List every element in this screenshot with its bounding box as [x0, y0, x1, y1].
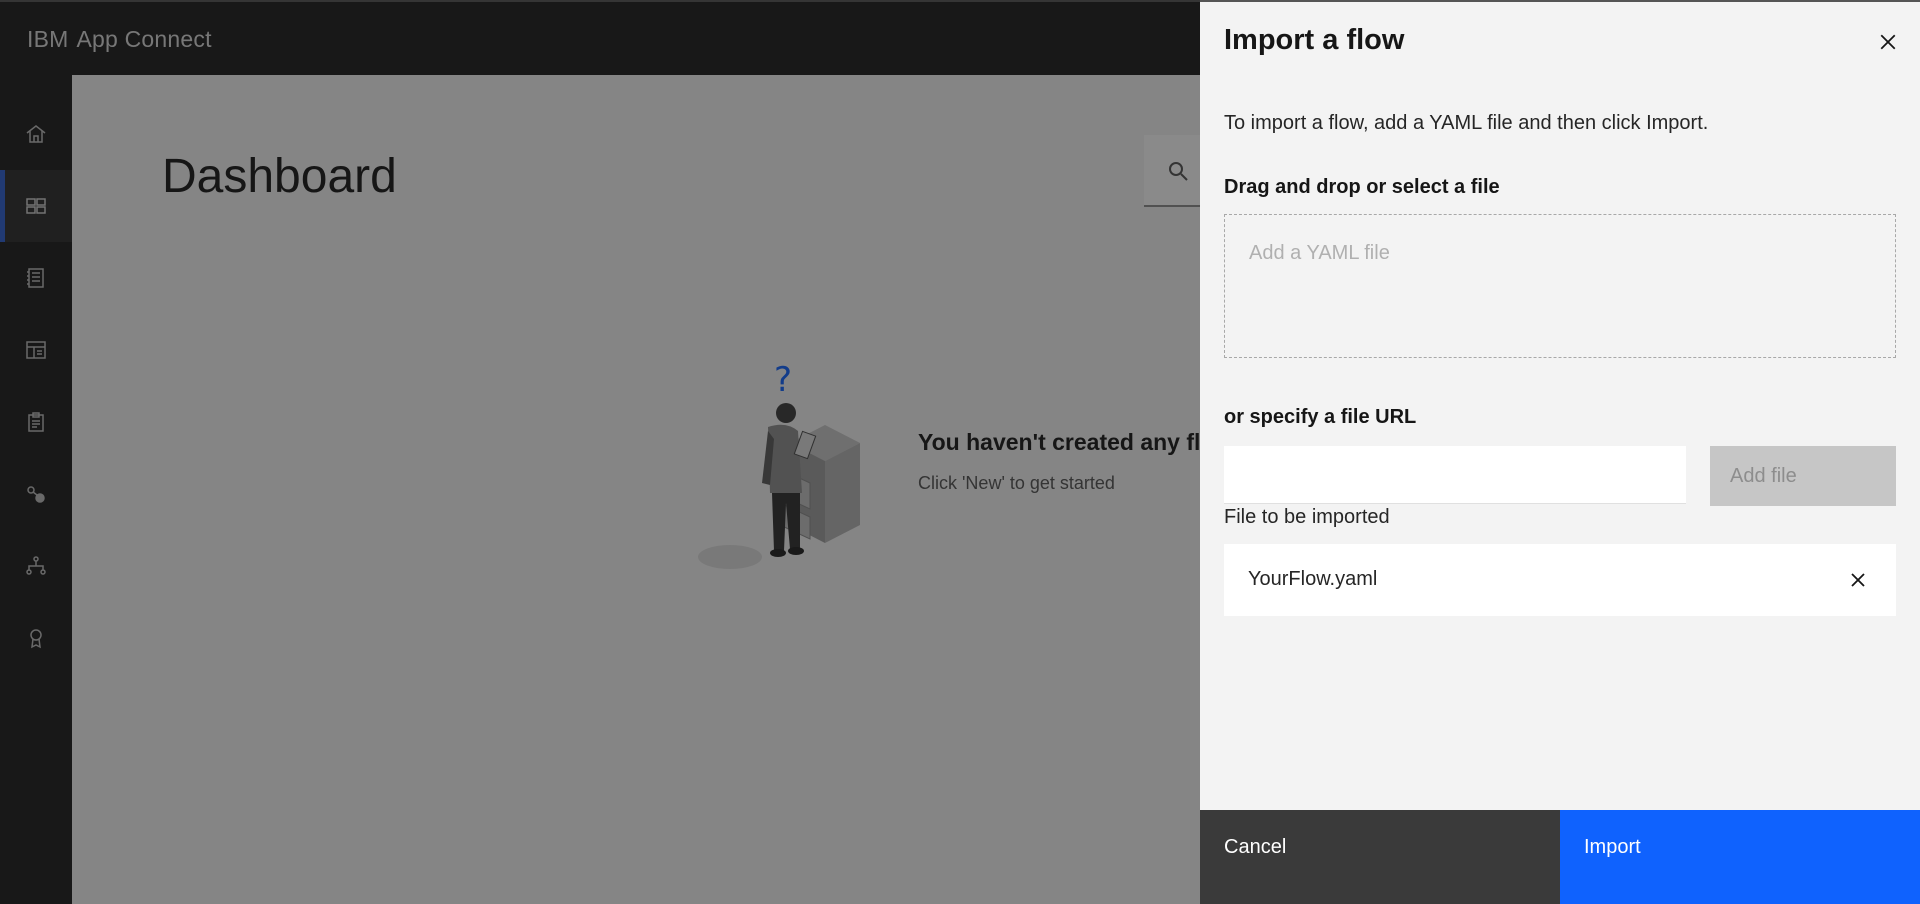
- file-drop-zone[interactable]: Add a YAML file: [1224, 214, 1896, 358]
- selected-file-item: YourFlow.yaml: [1224, 544, 1896, 616]
- close-icon: [1880, 34, 1896, 50]
- add-file-button[interactable]: Add file: [1710, 446, 1896, 506]
- app-root: IBMApp Connect Dashboard: [0, 0, 1920, 904]
- file-url-input[interactable]: [1224, 446, 1686, 504]
- close-panel-button[interactable]: [1872, 26, 1904, 58]
- close-icon: [1851, 573, 1865, 587]
- drop-zone-label: Drag and drop or select a file: [1224, 176, 1500, 198]
- import-flow-panel: Import a flow To import a flow, add a YA…: [1200, 0, 1920, 904]
- panel-intro: To import a flow, add a YAML file and th…: [1224, 112, 1709, 134]
- file-to-import-label: File to be imported: [1224, 506, 1390, 528]
- remove-file-button[interactable]: [1840, 562, 1876, 598]
- import-button[interactable]: Import: [1560, 810, 1920, 904]
- file-url-label: or specify a file URL: [1224, 406, 1417, 428]
- cancel-button[interactable]: Cancel: [1200, 810, 1560, 904]
- selected-file-name: YourFlow.yaml: [1248, 568, 1378, 590]
- drop-zone-placeholder: Add a YAML file: [1249, 242, 1390, 264]
- panel-title: Import a flow: [1224, 24, 1405, 56]
